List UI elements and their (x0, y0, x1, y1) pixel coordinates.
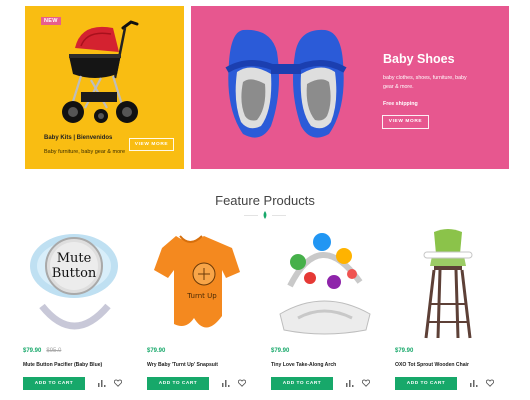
price-row: $79.90 (271, 348, 289, 354)
price-row: $79.90 (147, 348, 165, 354)
price: $79.90 (23, 348, 42, 354)
product-image[interactable] (270, 226, 380, 341)
divider-leaf-icon (263, 211, 267, 219)
svg-text:Button: Button (52, 266, 97, 281)
banner-subtitle: Baby furniture, baby gear & more (44, 149, 126, 155)
banner-description: baby clothes, shoes, furniture, baby gea… (383, 75, 467, 90)
old-price: $95.0 (46, 348, 62, 354)
product-name[interactable]: OXO Tot Sprout Wooden Chair (395, 362, 469, 368)
stroller-image (62, 20, 139, 123)
add-to-cart-button[interactable]: ADD TO CART (147, 377, 209, 390)
price: $79.90 (395, 348, 414, 354)
product-image[interactable] (394, 226, 504, 341)
product-name[interactable]: Mute Button Pacifier (Baby Blue) (23, 362, 102, 368)
product-name[interactable]: Wry Baby 'Turnt Up' Snapsuit (147, 362, 218, 368)
product-card[interactable]: $79.90 Tiny Love Take-Along Arch ADD TO … (270, 226, 380, 396)
heart-icon[interactable] (114, 379, 122, 387)
view-more-button[interactable]: VIEW MORE (382, 115, 429, 129)
svg-text:Mute: Mute (57, 251, 92, 266)
bar-chart-icon[interactable] (98, 379, 106, 387)
add-to-cart-button[interactable]: ADD TO CART (23, 377, 85, 390)
free-shipping-label: Free shipping (383, 101, 418, 107)
product-card[interactable]: Mute Button $79.90 $95.0 Mute Button Paci… (22, 226, 132, 396)
price: $79.90 (271, 348, 290, 354)
product-image[interactable]: Turnt Up (146, 226, 256, 341)
new-badge: NEW (41, 17, 61, 25)
bar-chart-icon[interactable] (470, 379, 478, 387)
section-title: Feature Products (215, 193, 315, 208)
price-row: $79.90 $95.0 (23, 348, 61, 354)
price-row: $79.90 (395, 348, 413, 354)
svg-text:Turnt Up: Turnt Up (186, 292, 217, 300)
bar-chart-icon[interactable] (222, 379, 230, 387)
product-image[interactable]: Mute Button (22, 226, 132, 341)
add-to-cart-button[interactable]: ADD TO CART (395, 377, 457, 390)
heart-icon[interactable] (362, 379, 370, 387)
bar-chart-icon[interactable] (346, 379, 354, 387)
product-card[interactable]: $79.90 OXO Tot Sprout Wooden Chair ADD T… (394, 226, 504, 396)
divider (244, 215, 258, 216)
baby-shoes-image (225, 29, 347, 138)
product-name[interactable]: Tiny Love Take-Along Arch (271, 362, 336, 368)
add-to-cart-button[interactable]: ADD TO CART (271, 377, 333, 390)
banner-title: Baby Kits | Bienvenidos (44, 135, 113, 141)
heart-icon[interactable] (238, 379, 246, 387)
banner-baby-kits[interactable]: NEW Baby Kits | Bienvenidos Baby furnitu… (25, 6, 184, 169)
banner-baby-shoes[interactable]: Baby Shoes baby clothes, shoes, furnitur… (191, 6, 509, 169)
view-more-button[interactable]: VIEW MORE (129, 138, 174, 151)
price: $79.90 (147, 348, 166, 354)
banner-title: Baby Shoes (383, 52, 455, 66)
divider (272, 215, 286, 216)
heart-icon[interactable] (486, 379, 494, 387)
product-card[interactable]: Turnt Up $79.90 Wry Baby 'Turnt Up' Snap… (146, 226, 256, 396)
